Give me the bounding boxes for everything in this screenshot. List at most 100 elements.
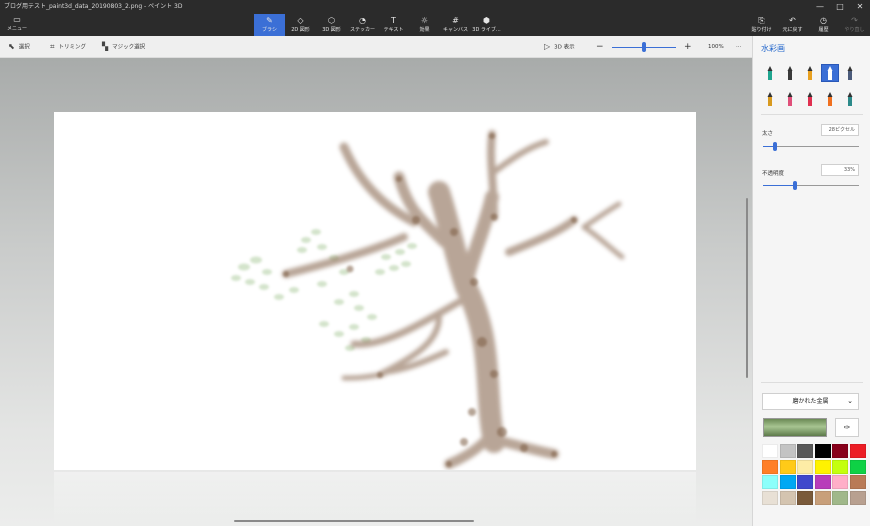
zoom-in-button[interactable]: +	[684, 36, 692, 58]
brush-pixel-pen[interactable]	[841, 64, 859, 82]
color-swatch[interactable]	[832, 490, 848, 505]
brush-eraser[interactable]	[781, 90, 799, 108]
tab-text[interactable]: T テキスト	[378, 14, 409, 36]
pixel-pen-icon	[847, 66, 853, 80]
color-swatch[interactable]	[797, 490, 813, 505]
zoom-out-button[interactable]: −	[596, 36, 604, 58]
brush-marker[interactable]	[761, 64, 779, 82]
color-swatch[interactable]	[797, 444, 813, 458]
brush-side-panel: 水彩画 太さ 28ピクセル 不透明度 33% 磨かれた金属 ⌄ ✑	[752, 36, 870, 526]
eyedropper-button[interactable]: ✑	[835, 418, 859, 437]
watercolor-icon	[827, 66, 833, 80]
color-swatch[interactable]	[849, 490, 866, 505]
size-value-field[interactable]: 28ピクセル	[821, 124, 859, 136]
redo-button[interactable]: ↷ やり直し	[839, 14, 870, 36]
tab-canvas[interactable]: # キャンバス	[440, 14, 471, 36]
right-tools: ⎘ 貼り付け ↶ 元に戻す ◷ 履歴 ↷ やり直し	[746, 14, 870, 36]
tab-3d-shapes[interactable]: ⬡ 3D 図形	[316, 14, 347, 36]
bark-dabs	[283, 133, 577, 467]
tab-brush[interactable]: ✎ ブラシ	[254, 14, 285, 36]
brush-spray-can[interactable]	[821, 90, 839, 108]
tab-effects[interactable]: ☼ 効果	[409, 14, 440, 36]
chevron-down-icon: ⌄	[847, 397, 853, 405]
menu-button[interactable]: ▭ メニュー	[5, 15, 29, 35]
brush-crayon[interactable]	[801, 90, 819, 108]
color-swatch[interactable]	[762, 490, 778, 505]
size-slider[interactable]	[763, 142, 859, 151]
color-swatch[interactable]	[832, 459, 848, 474]
color-swatch[interactable]	[849, 459, 866, 474]
spray-can-icon	[827, 92, 833, 106]
finish-value: 磨かれた金属	[792, 398, 829, 405]
canvas-toolbar: ⬉ 選択 ⌗ トリミング ▚ マジック選択 ▷ 3D 表示 − + 100% ···	[0, 36, 752, 58]
color-swatch[interactable]	[779, 490, 796, 505]
tab-label: ブラシ	[262, 27, 277, 33]
calligraphy-pen-icon	[787, 66, 793, 80]
menu-icon: ▭	[13, 15, 21, 24]
color-swatch[interactable]	[779, 459, 796, 474]
color-swatch[interactable]	[779, 444, 796, 458]
opacity-slider[interactable]	[763, 181, 859, 190]
tab-label: ステッカー	[349, 27, 375, 33]
brush-fill[interactable]	[841, 90, 859, 108]
magic-select-button[interactable]: ▚ マジック選択	[102, 36, 145, 58]
3d-view-label: 3D 表示	[554, 44, 575, 51]
paste-label: 貼り付け	[751, 27, 772, 33]
color-swatch[interactable]	[762, 475, 778, 489]
color-swatch[interactable]	[832, 475, 848, 489]
divider	[761, 382, 863, 383]
window-controls: — □ ✕	[810, 0, 870, 14]
color-swatch[interactable]	[762, 444, 778, 458]
sun-icon: ☼	[420, 16, 429, 25]
color-swatch[interactable]	[832, 444, 848, 458]
tab-3d-library[interactable]: ⬢ 3D ライブ...	[471, 14, 502, 36]
horizontal-scrollbar[interactable]	[234, 520, 474, 522]
brush-pencil[interactable]	[761, 90, 779, 108]
panel-title: 水彩画	[761, 44, 785, 53]
canvas-reflection	[54, 472, 696, 526]
branches	[282, 130, 625, 469]
crop-icon: ⌗	[50, 42, 55, 51]
tool-tabs: ✎ ブラシ ◇ 2D 図形 ⬡ 3D 図形 ◔ ステッカー T テキスト ☼ 効果 # キャン…	[254, 14, 502, 36]
maximize-button[interactable]: □	[830, 0, 850, 14]
opacity-value-field[interactable]: 33%	[821, 164, 859, 176]
color-swatch[interactable]	[814, 475, 831, 489]
3d-view-toggle[interactable]: ▷ 3D 表示	[544, 36, 575, 58]
brush-calligraphy-pen[interactable]	[781, 64, 799, 82]
redo-icon: ↷	[851, 16, 858, 25]
color-swatch[interactable]	[814, 444, 831, 458]
pencil-icon	[767, 92, 773, 106]
history-button[interactable]: ◷ 履歴	[808, 14, 839, 36]
paste-icon: ⎘	[758, 16, 765, 25]
opacity-slider-thumb[interactable]	[792, 181, 797, 190]
color-swatch[interactable]	[762, 459, 778, 474]
paste-button[interactable]: ⎘ 貼り付け	[746, 14, 777, 36]
color-swatch[interactable]	[849, 475, 866, 489]
eraser-icon	[787, 92, 793, 106]
more-options-button[interactable]: ···	[736, 36, 741, 58]
workspace	[0, 58, 752, 526]
tab-2d-shapes[interactable]: ◇ 2D 図形	[285, 14, 316, 36]
minimize-button[interactable]: —	[810, 0, 830, 14]
size-slider-thumb[interactable]	[773, 142, 778, 151]
brush-oil-brush[interactable]	[801, 64, 819, 82]
vertical-scrollbar[interactable]	[746, 198, 748, 378]
color-swatch[interactable]	[814, 459, 831, 474]
opacity-label: 不透明度	[762, 171, 785, 177]
drawing-canvas[interactable]	[54, 112, 696, 470]
finish-dropdown[interactable]: 磨かれた金属 ⌄	[762, 393, 859, 410]
select-button[interactable]: ⬉ 選択	[8, 36, 30, 58]
tab-stickers[interactable]: ◔ ステッカー	[347, 14, 378, 36]
color-swatch[interactable]	[797, 475, 813, 489]
color-swatch[interactable]	[814, 490, 831, 505]
color-swatch[interactable]	[797, 459, 813, 474]
zoom-slider-thumb[interactable]	[642, 42, 646, 52]
color-swatch[interactable]	[849, 444, 866, 458]
color-swatch[interactable]	[779, 475, 796, 489]
current-color-swatch[interactable]	[763, 418, 827, 437]
close-button[interactable]: ✕	[850, 0, 870, 14]
size-label: 太さ	[762, 131, 774, 137]
brush-watercolor[interactable]	[821, 64, 839, 82]
crop-button[interactable]: ⌗ トリミング	[50, 36, 86, 58]
undo-button[interactable]: ↶ 元に戻す	[777, 14, 808, 36]
